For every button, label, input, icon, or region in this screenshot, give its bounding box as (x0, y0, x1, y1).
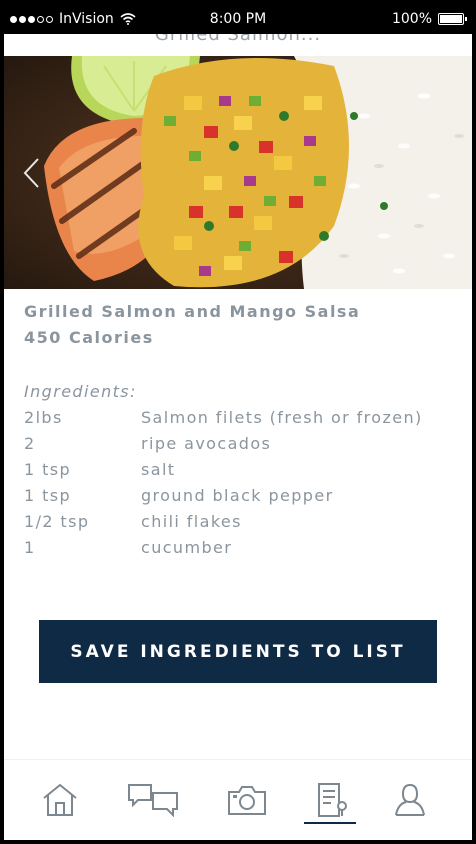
previous-image-chevron-icon[interactable] (20, 156, 42, 190)
ingredient-row: 1/2 tsp chili flakes (24, 509, 456, 535)
ingredient-name: Salmon filets (fresh or frozen) (141, 408, 423, 427)
tab-recipes[interactable] (304, 778, 360, 822)
ingredient-name: cucumber (141, 538, 233, 557)
battery-percentage: 100% (391, 11, 432, 27)
ingredient-name: chili flakes (141, 512, 242, 531)
ingredient-name: salt (141, 460, 176, 479)
ingredient-row: 1 tsp ground black pepper (24, 483, 456, 509)
recipe-list-icon (318, 783, 347, 817)
camera-icon (228, 786, 266, 815)
ingredient-quantity: 1 (24, 538, 36, 557)
tab-profile[interactable] (382, 778, 438, 822)
tab-camera[interactable] (219, 778, 275, 822)
ingredient-name: ripe avocados (141, 434, 272, 453)
tab-home[interactable] (32, 778, 88, 822)
ingredient-quantity: 2 (24, 434, 36, 453)
status-right: 100% (391, 11, 467, 27)
ingredient-row: 2 ripe avocados (24, 431, 456, 457)
device-frame: InVision 8:00 PM 100% Grilled Salmon... (0, 0, 476, 844)
page-title: Grilled Salmon... (154, 34, 322, 45)
bottom-tab-bar (4, 759, 472, 840)
app-screen: Grilled Salmon... Grilled Salmon and Man… (4, 34, 472, 840)
ingredient-quantity: 1/2 tsp (24, 512, 90, 531)
ingredient-row: 2lbs Salmon filets (fresh or frozen) (24, 405, 456, 431)
active-tab-indicator (304, 822, 356, 824)
ingredient-quantity: 2lbs (24, 408, 63, 427)
ingredient-row: 1 cucumber (24, 535, 456, 561)
recipe-details: Grilled Salmon and Mango Salsa 450 Calor… (24, 299, 456, 561)
ingredient-name: ground black pepper (141, 486, 334, 505)
ingredient-quantity: 1 tsp (24, 460, 72, 479)
recipe-title: Grilled Salmon and Mango Salsa (24, 302, 361, 321)
chat-icon (128, 784, 178, 817)
status-bar: InVision 8:00 PM 100% (4, 4, 472, 34)
tab-chat[interactable] (126, 778, 182, 822)
save-ingredients-button[interactable]: SAVE INGREDIENTS TO LIST (39, 620, 437, 683)
ingredients-heading: Ingredients: (24, 382, 137, 401)
recipe-calories: 450 Calories (24, 328, 154, 347)
profile-icon (395, 783, 425, 816)
home-icon (43, 783, 77, 816)
recipe-photo (4, 56, 472, 289)
salmon-dish-illustration (4, 56, 472, 289)
ingredient-quantity: 1 tsp (24, 486, 72, 505)
ingredient-row: 1 tsp salt (24, 457, 456, 483)
ingredients-list: 2lbs Salmon filets (fresh or frozen) 2 r… (24, 405, 456, 561)
battery-icon (438, 13, 467, 25)
